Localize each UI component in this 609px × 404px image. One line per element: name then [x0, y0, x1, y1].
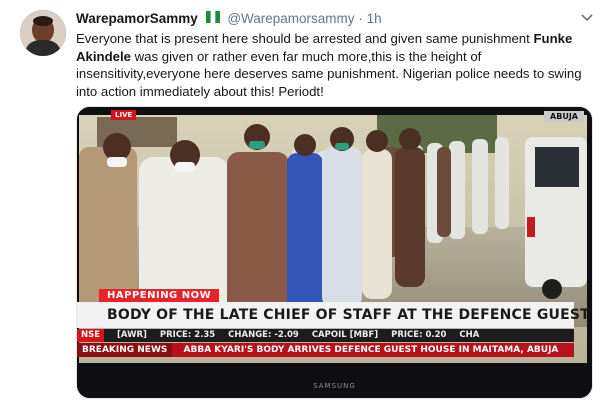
nigeria-flag-icon [205, 10, 220, 23]
tweet-text: Everyone that is present here should be … [76, 30, 596, 100]
chevron-down-icon[interactable] [579, 10, 595, 26]
tv-brand-logo: SAMSUNG [313, 382, 356, 390]
ticker-item: CHA [459, 330, 480, 340]
ticker-item: [AWR] [117, 330, 147, 340]
display-name[interactable]: WarepamorSammy [76, 11, 198, 26]
tweet-text-part1: Everyone that is present here should be … [76, 31, 530, 46]
ticker-item: PRICE: 2.35 [159, 330, 216, 340]
tweet-card: WarepamorSammy @Warepamorsammy · 1h Ever… [0, 0, 609, 404]
tweet-header: WarepamorSammy @Warepamorsammy · 1h [76, 10, 382, 28]
ticker-item: CHANGE: -2.09 [228, 330, 299, 340]
breaking-news-label: BREAKING NEWS [77, 343, 173, 357]
avatar[interactable] [20, 10, 66, 56]
tweet-media-image[interactable]: LIVE ABUJA HAPPENING NOW BODY OF THE LAT… [76, 106, 593, 399]
ticker-nse: NSE [77, 329, 105, 342]
stock-ticker: NSE [AWR] PRICE: 2.35 CHANGE: -2.09 CAPO… [77, 329, 574, 342]
live-badge: LIVE [111, 110, 137, 120]
location-badge: ABUJA [544, 111, 584, 122]
happening-now-label: HAPPENING NOW [99, 289, 220, 302]
breaking-news-bar: BREAKING NEWS ABBA KYARI'S BODY ARRIVES … [77, 343, 574, 357]
breaking-news-story: ABBA KYARI'S BODY ARRIVES DEFENCE GUEST … [183, 345, 559, 355]
tweet-text-part2: was given or rather even far much more,t… [76, 48, 582, 99]
news-headline: BODY OF THE LATE CHIEF OF STAFF AT THE D… [77, 302, 592, 328]
ticker-item: CAPOIL [MBF] [311, 330, 379, 340]
ticker-item: PRICE: 0.20 [391, 330, 447, 340]
timestamp[interactable]: 1h [367, 11, 382, 26]
user-handle[interactable]: @Warepamorsammy [227, 11, 354, 26]
separator-dot: · [358, 11, 363, 26]
